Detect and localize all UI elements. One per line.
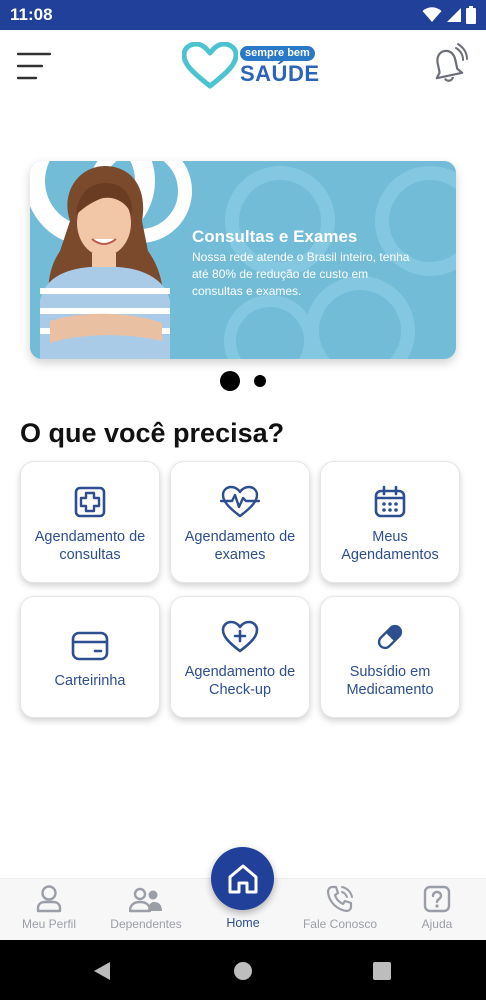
logo-tagline: sempre bem bbox=[240, 46, 315, 61]
nav-label-home: Home bbox=[226, 916, 260, 930]
users-icon bbox=[129, 887, 162, 913]
nav-label: Dependentes bbox=[110, 917, 182, 931]
nav-item-dependents[interactable]: Dependentes bbox=[108, 879, 184, 941]
card-icon bbox=[71, 631, 109, 661]
recents-icon[interactable] bbox=[373, 962, 391, 980]
medical-cross-icon bbox=[74, 486, 106, 518]
home-circle-icon[interactable] bbox=[233, 961, 253, 981]
battery-icon bbox=[466, 6, 476, 24]
promo-banner[interactable]: Consultas e Exames Nossa rede atende o B… bbox=[30, 161, 456, 359]
service-card-carteirinha[interactable]: Carteirinha bbox=[20, 596, 160, 718]
heart-plus-icon bbox=[221, 620, 259, 653]
status-time: 11:08 bbox=[10, 5, 53, 24]
service-label: Carteirinha bbox=[54, 673, 126, 689]
heart-logo-icon bbox=[182, 42, 238, 89]
service-label: Agendamento de exames bbox=[184, 529, 296, 563]
nav-label: Fale Conosco bbox=[302, 917, 378, 931]
service-label: Agendamento de Check-up bbox=[184, 664, 296, 698]
carousel-dot-active[interactable] bbox=[220, 371, 240, 391]
calendar-icon bbox=[374, 485, 406, 518]
status-bar: 11:08 bbox=[0, 0, 486, 30]
service-card-exames[interactable]: Agendamento de exames bbox=[170, 461, 310, 583]
nav-item-profile[interactable]: Meu Perfil bbox=[18, 879, 80, 941]
banner-title: Consultas e Exames bbox=[192, 227, 358, 246]
service-label: Subsídio em Medicamento bbox=[346, 664, 434, 698]
service-card-meus-agendamentos[interactable]: Meus Agendamentos bbox=[320, 461, 460, 583]
service-card-checkup[interactable]: Agendamento de Check-up bbox=[170, 596, 310, 718]
home-icon bbox=[228, 864, 257, 893]
help-icon bbox=[423, 885, 451, 913]
banner-text: Nossa rede atende o Brasil inteiro, tenh… bbox=[192, 250, 410, 298]
nav-item-contact[interactable]: Fale Conosco bbox=[300, 879, 380, 941]
banner-person-image bbox=[40, 166, 170, 359]
phone-icon bbox=[326, 885, 353, 913]
carousel-indicator bbox=[220, 371, 266, 391]
wifi-icon bbox=[422, 7, 442, 22]
user-icon bbox=[36, 885, 62, 913]
logo-word: SAÚDE bbox=[240, 61, 320, 86]
app-header: sempre bem SAÚDE bbox=[0, 30, 486, 105]
service-label: Agendamento de consultas bbox=[34, 529, 146, 563]
signal-icon bbox=[447, 8, 461, 22]
services-grid: Agendamento de consultas Agendamento de … bbox=[20, 461, 462, 718]
app-logo: sempre bem SAÚDE bbox=[182, 42, 320, 90]
section-title: O que você precisa? bbox=[20, 418, 285, 448]
nav-item-help[interactable]: Ajuda bbox=[410, 879, 464, 941]
menu-button[interactable] bbox=[14, 48, 54, 84]
service-label: Meus Agendamentos bbox=[341, 529, 439, 563]
service-card-consultas[interactable]: Agendamento de consultas bbox=[20, 461, 160, 583]
notifications-button[interactable] bbox=[424, 42, 468, 86]
heartbeat-icon bbox=[220, 485, 260, 518]
menu-icon bbox=[16, 52, 52, 80]
back-icon[interactable] bbox=[92, 961, 112, 981]
bell-icon bbox=[435, 43, 468, 82]
pill-icon bbox=[377, 624, 403, 650]
nav-label: Ajuda bbox=[421, 917, 453, 931]
nav-label: Meu Perfil bbox=[21, 917, 77, 931]
service-card-medicamento[interactable]: Subsídio em Medicamento bbox=[320, 596, 460, 718]
system-nav-bar bbox=[0, 940, 486, 1000]
nav-item-home[interactable] bbox=[211, 847, 274, 910]
status-icons bbox=[422, 6, 476, 24]
carousel-dot[interactable] bbox=[254, 375, 266, 387]
